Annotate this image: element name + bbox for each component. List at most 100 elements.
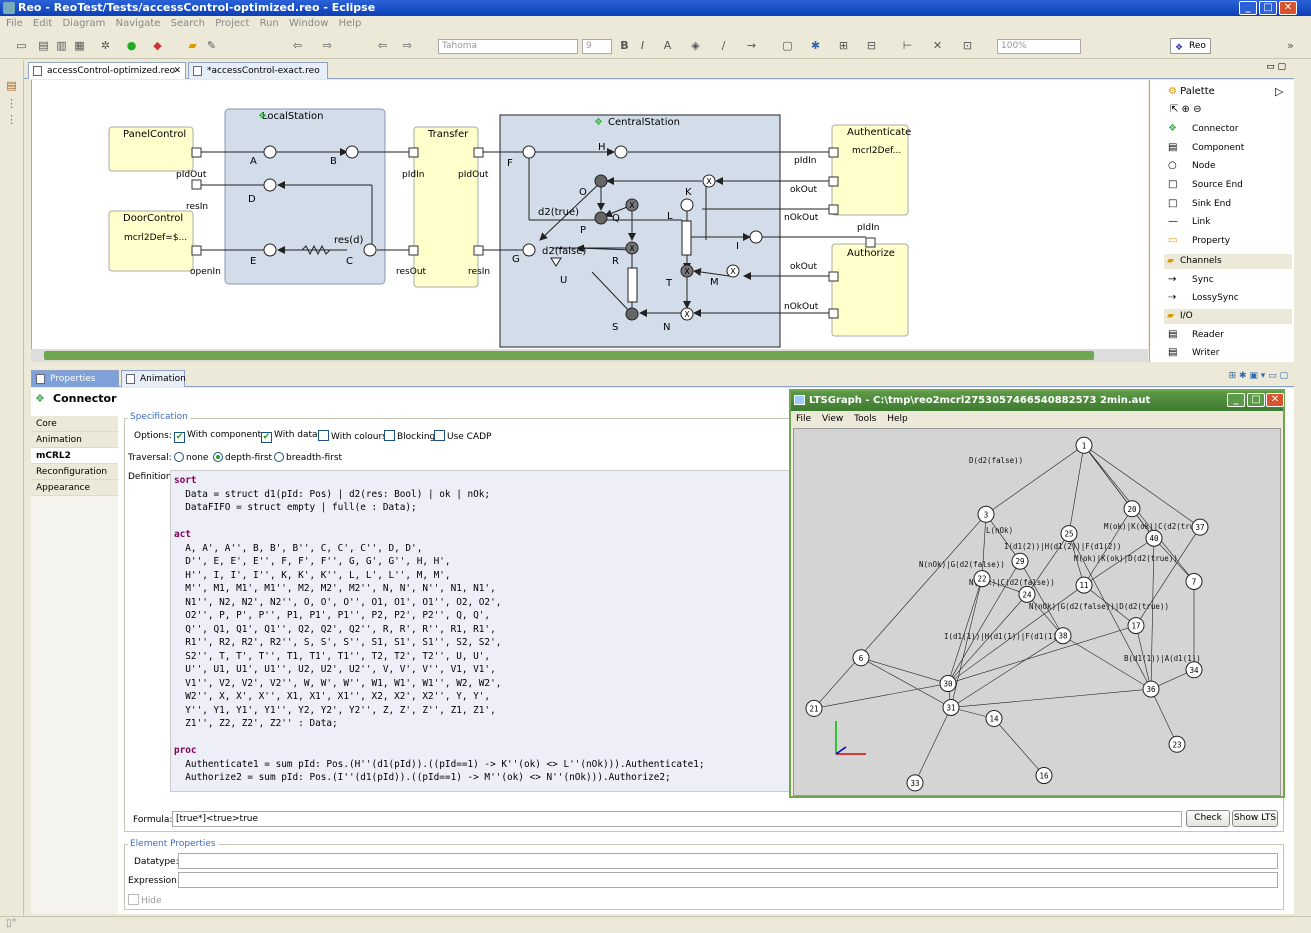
lts-state[interactable]: 37 [1191,518,1209,536]
select-tool-icon[interactable]: ⇱ ⊕ ⊖ [1170,104,1202,115]
tab-accesscontrol-exact[interactable]: *accessControl-exact.reo [188,62,328,79]
scroll-thumb[interactable] [44,351,1094,360]
more-perspectives-icon[interactable]: » [1283,38,1298,53]
ptab-reconfiguration[interactable]: Reconfiguration [31,464,118,480]
close-button[interactable]: ✕ [1279,1,1297,15]
align-icon[interactable]: ⊞ [836,38,851,53]
lts-state[interactable]: 30 [939,675,957,693]
lts-menu-file[interactable]: File [796,414,811,424]
hide-checkbox[interactable]: Hide [128,894,162,906]
option-with-colours[interactable]: With colours [318,430,387,442]
arrange-icon[interactable]: ✱ [808,38,823,53]
menu-run[interactable]: Run [260,18,279,29]
palette-sync[interactable]: Sync [1192,275,1214,285]
minimize-button[interactable]: _ [1239,1,1257,15]
reo-perspective-button[interactable]: ❖ Reo [1170,38,1211,54]
lts-state[interactable]: 29 [1011,552,1029,570]
ptab-appearance[interactable]: Appearance [31,480,118,496]
palette-connector[interactable]: Connector [1192,124,1238,134]
lts-state[interactable]: 31 [942,698,960,716]
ltsgraph-canvas[interactable]: D(d2(false)) L(nOk) N(nOk)|G(d2(false)) N(n… [793,428,1281,796]
nav-icon[interactable]: ⇦ [290,38,305,53]
run-icon[interactable]: ● [124,38,139,53]
menu-navigate[interactable]: Navigate [116,18,161,29]
lts-state[interactable]: 36 [1142,680,1160,698]
palette-sink-end[interactable]: Sink End [1192,199,1231,209]
menu-file[interactable]: File [6,18,23,29]
new-icon[interactable]: ▭ [14,38,29,53]
option-blocking[interactable]: Blocking [384,430,435,442]
option-with-components[interactable]: ✔ With components [174,430,266,443]
ptab-core[interactable]: Core [31,416,118,432]
lts-state[interactable]: 23 [1168,735,1186,753]
order-icon[interactable]: ⊟ [864,38,879,53]
palette-node[interactable]: Node [1192,161,1216,171]
lts-state[interactable]: 34 [1185,661,1203,679]
lts-state[interactable]: 20 [1123,500,1141,518]
tab-accesscontrol-optimized[interactable]: accessControl-optimized.reo ✕ [28,62,186,79]
lts-state[interactable]: 14 [985,710,1003,728]
option-use-cadp[interactable]: Use CADP [434,430,491,442]
size-icon[interactable]: ⊡ [960,38,975,53]
palette-io-section[interactable]: ▰ I/O [1164,309,1292,324]
canvas-horizontal-scrollbar[interactable] [31,349,1148,362]
lts-state[interactable]: 1 [1075,436,1093,454]
font-size-combo[interactable]: 9 [582,39,612,54]
view-toolbar-icons[interactable]: ⊞ ✱ ▣ ▾ ▭ ▢ [1229,371,1288,381]
lts-state[interactable]: 40 [1145,529,1163,547]
select-all-icon[interactable]: ▢ [780,38,795,53]
lts-state[interactable]: 24 [1018,585,1036,603]
debug-icon[interactable]: ✲ [98,38,113,53]
lts-menu-help[interactable]: Help [887,414,908,424]
lts-state[interactable]: 17 [1127,617,1145,635]
italic-icon[interactable]: I [635,38,650,53]
font-combo[interactable]: Tahoma [438,39,578,54]
expression-input[interactable] [178,872,1278,888]
zoom-combo[interactable]: 100% [997,39,1081,54]
package-explorer-icon[interactable]: ▤ [4,78,19,93]
definition-editor[interactable]: sort Data = struct d1(pId: Pos) | d2(res… [170,470,792,792]
lts-maximize-button[interactable]: □ [1247,393,1265,407]
lts-close-button[interactable]: ✕ [1266,393,1284,407]
lts-state[interactable]: 21 [805,699,823,717]
fast-view-icon[interactable]: ▯° [6,918,17,929]
font-color-icon[interactable]: A [660,38,675,53]
lts-state[interactable]: 6 [852,649,870,667]
maximize-button[interactable]: □ [1259,1,1277,15]
lts-state[interactable]: 33 [906,774,924,792]
save-icon[interactable]: ▤ [36,38,51,53]
ptab-mcrl2[interactable]: mCRL2 [31,448,118,464]
menu-edit[interactable]: Edit [33,18,52,29]
lts-state[interactable]: 3 [977,505,995,523]
lts-state[interactable]: 16 [1035,767,1053,785]
traversal-breadth-first[interactable]: breadth-first [274,452,342,463]
central-station-box[interactable] [499,114,781,348]
formula-input[interactable]: [true*]<true>true [172,811,1182,827]
menu-search[interactable]: Search [171,18,205,29]
hierarchy-icon[interactable]: ⋮ [4,96,19,111]
nav-forward-icon[interactable]: ⇨ [320,38,335,53]
check-button[interactable]: Check [1186,810,1230,827]
palette-channels-section[interactable]: ▰ Channels [1164,254,1292,269]
palette-source-end[interactable]: Source End [1192,180,1243,190]
minimize-maximize-icon[interactable]: ▭ ▢ [1266,62,1286,72]
menu-project[interactable]: Project [215,18,249,29]
ptab-animation[interactable]: Animation [31,432,118,448]
back-icon[interactable]: ⇦ [375,38,390,53]
palette-property[interactable]: Property [1192,236,1230,246]
palette-lossysync[interactable]: LossySync [1192,293,1239,303]
menu-window[interactable]: Window [289,18,328,29]
line-color-icon[interactable]: ∕ [716,38,731,53]
external-tools-icon[interactable]: ◆ [150,38,165,53]
traversal-depth-first[interactable]: depth-first [213,452,272,463]
palette-writer[interactable]: Writer [1192,348,1219,358]
outline-icon[interactable]: ⋮ [4,112,19,127]
delete-icon[interactable]: ✕ [930,38,945,53]
diagram-canvas[interactable]: LocalStation ❖ CentralStation ❖ PanelCon… [31,80,1148,350]
open-folder-icon[interactable]: ▰ [185,38,200,53]
show-lts-button[interactable]: Show LTS [1232,810,1278,827]
palette-component[interactable]: Component [1192,143,1244,153]
lts-state[interactable]: 38 [1054,627,1072,645]
traversal-none[interactable]: none [174,452,208,463]
tab-properties[interactable]: Properties [31,370,119,387]
